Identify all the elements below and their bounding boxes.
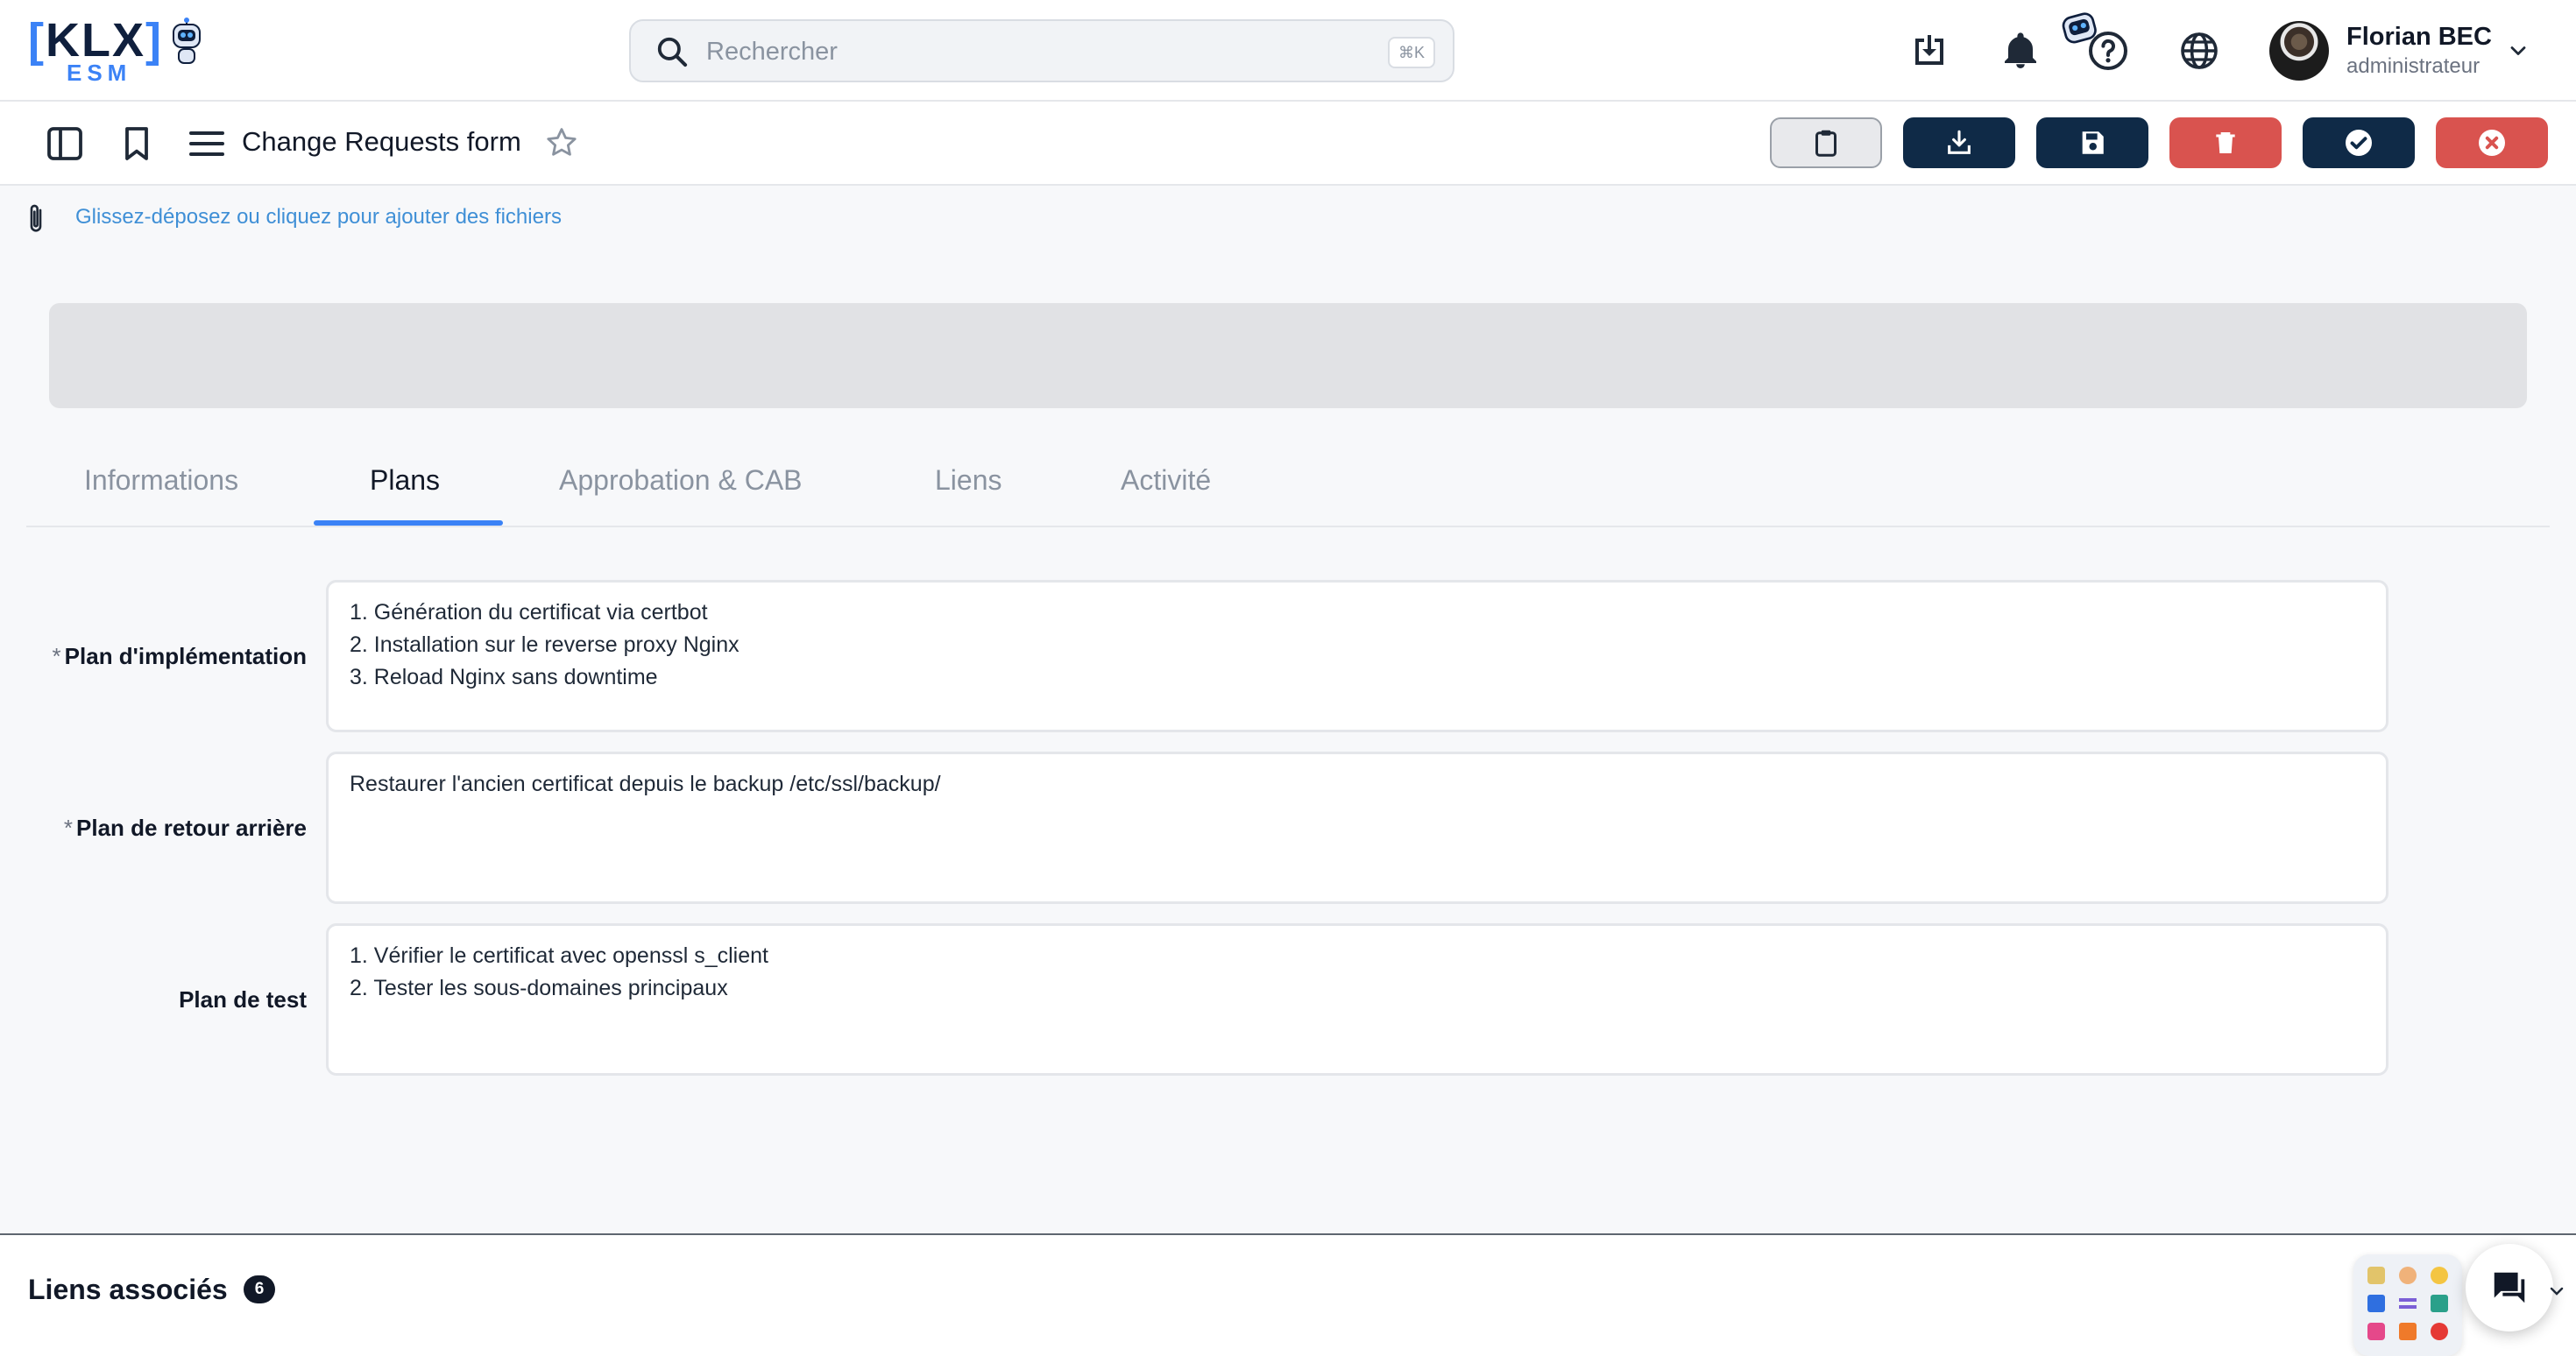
tab-liens[interactable]: Liens bbox=[935, 448, 1031, 526]
tab-label: Approbation & CAB bbox=[559, 464, 803, 496]
help-icon[interactable] bbox=[2087, 30, 2129, 72]
bookmark-icon[interactable] bbox=[116, 123, 158, 165]
bell-icon[interactable] bbox=[1999, 30, 2042, 72]
global-search[interactable]: ⌘K bbox=[629, 19, 1454, 82]
logo-sub: ESM bbox=[67, 60, 132, 86]
validate-button[interactable] bbox=[2303, 117, 2415, 168]
tab-label: Liens bbox=[935, 464, 1002, 496]
logo-bracket-close: ] bbox=[145, 14, 163, 67]
textarea-line: 2. Tester les sous-domaines principaux bbox=[350, 976, 728, 1000]
page-title: Change Requests form bbox=[242, 126, 521, 157]
field-label-text: Plan d'implémentation bbox=[64, 643, 307, 669]
rollback-plan-textarea[interactable]: Restaurer l'ancien certificat depuis le … bbox=[326, 752, 2388, 904]
delete-button[interactable] bbox=[2169, 117, 2282, 168]
tab-approbation-cab[interactable]: Approbation & CAB bbox=[559, 448, 839, 526]
check-circle-icon bbox=[2346, 130, 2372, 156]
attachment-label[interactable]: Glissez-déposez ou cliquez pour ajouter … bbox=[75, 205, 562, 230]
implementation-plan-textarea[interactable]: 1. Génération du certificat via certbot … bbox=[326, 580, 2388, 732]
user-menu[interactable]: Florian BEC administrateur bbox=[2269, 18, 2541, 84]
field-label-text: Plan de retour arrière bbox=[76, 815, 307, 841]
save-button[interactable] bbox=[2036, 117, 2148, 168]
field-label-text: Plan de test bbox=[179, 986, 307, 1013]
textarea-line: 1. Vérifier le certificat avec openssl s… bbox=[350, 943, 768, 968]
required-marker: * bbox=[52, 643, 61, 669]
cancel-button[interactable] bbox=[2436, 117, 2548, 168]
logo-text: KLX bbox=[45, 14, 145, 67]
save-icon bbox=[2082, 131, 2104, 154]
paperclip-icon bbox=[30, 204, 42, 232]
clipboard-icon bbox=[1815, 130, 1836, 157]
apps-launcher[interactable] bbox=[2353, 1254, 2462, 1356]
chevron-down-icon[interactable] bbox=[2546, 1281, 2567, 1302]
test-plan-label: Plan de test bbox=[175, 986, 307, 1013]
textarea-line: 3. Reload Nginx sans downtime bbox=[350, 665, 658, 689]
menu-icon[interactable] bbox=[186, 123, 228, 165]
active-tab-indicator bbox=[314, 520, 503, 526]
implementation-plan-label: * Plan d'implémentation bbox=[53, 643, 307, 670]
sidebar-toggle-icon[interactable] bbox=[44, 123, 86, 165]
tab-plans[interactable]: Plans bbox=[370, 448, 475, 526]
tab-label: Activité bbox=[1121, 464, 1212, 496]
required-marker: * bbox=[63, 815, 73, 841]
chat-button[interactable] bbox=[2466, 1244, 2553, 1331]
textarea-line: Restaurer l'ancien certificat depuis le … bbox=[350, 772, 941, 796]
form-tabs: Informations Plans Approbation & CAB Lie… bbox=[26, 448, 2550, 527]
chevron-down-icon bbox=[2510, 46, 2526, 55]
avatar bbox=[2269, 21, 2329, 81]
top-bar: [KLX] ESM ⌘K bbox=[0, 0, 2576, 102]
tab-label: Informations bbox=[84, 464, 239, 496]
logo-bracket-open: [ bbox=[28, 14, 46, 67]
chat-icon bbox=[2494, 1272, 2525, 1303]
related-links-panel[interactable]: Liens associés 6 bbox=[0, 1233, 2576, 1356]
search-input[interactable] bbox=[704, 32, 1321, 72]
tab-label: Plans bbox=[370, 464, 441, 496]
rollback-plan-label: * Plan de retour arrière bbox=[64, 815, 307, 842]
search-icon bbox=[657, 37, 688, 67]
textarea-line: 2. Installation sur le reverse proxy Ngi… bbox=[350, 632, 740, 657]
download-icon bbox=[1948, 130, 1971, 154]
user-role: administrateur bbox=[2346, 54, 2480, 78]
form-toolbar: Change Requests form bbox=[0, 102, 2576, 186]
star-icon[interactable] bbox=[543, 124, 580, 161]
close-circle-icon bbox=[2479, 130, 2505, 156]
tab-activite[interactable]: Activité bbox=[1121, 448, 1252, 526]
trash-icon bbox=[2216, 132, 2235, 153]
download-button[interactable] bbox=[1903, 117, 2015, 168]
clipboard-button[interactable] bbox=[1770, 117, 1882, 168]
apps-grid-icon bbox=[2367, 1267, 2448, 1340]
robot-mascot-icon bbox=[173, 18, 201, 64]
download-tray-icon[interactable] bbox=[1908, 30, 1950, 72]
tab-informations[interactable]: Informations bbox=[84, 448, 277, 526]
klx-esm-logo[interactable]: [KLX] ESM bbox=[28, 16, 212, 89]
search-shortcut: ⌘K bbox=[1387, 37, 1435, 68]
user-name: Florian BEC bbox=[2346, 23, 2492, 51]
test-plan-textarea[interactable]: 1. Vérifier le certificat avec openssl s… bbox=[326, 923, 2388, 1076]
status-banner bbox=[49, 303, 2527, 408]
related-links-title: Liens associés bbox=[28, 1274, 228, 1305]
globe-icon[interactable] bbox=[2178, 30, 2220, 72]
related-links-count-badge: 6 bbox=[244, 1275, 275, 1303]
textarea-line: 1. Génération du certificat via certbot bbox=[350, 600, 708, 625]
